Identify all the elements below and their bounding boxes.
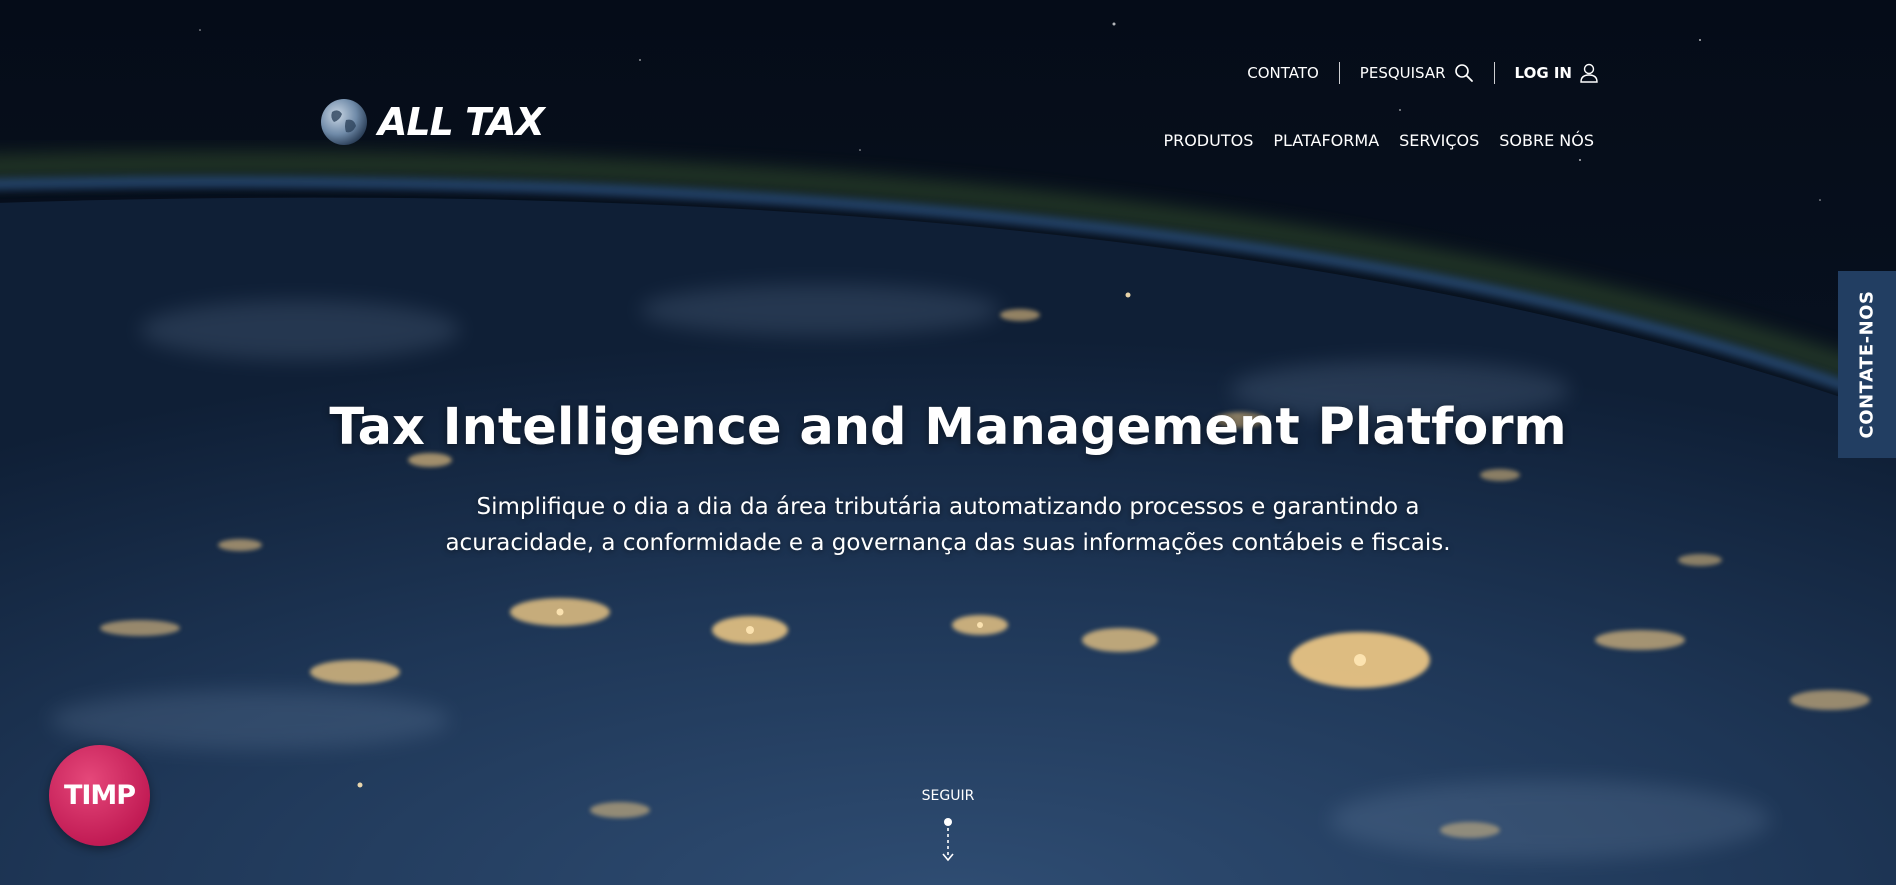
- scroll-down-icon: [942, 818, 954, 862]
- scroll-cue[interactable]: SEGUIR: [898, 788, 998, 864]
- search-label: PESQUISAR: [1359, 64, 1446, 82]
- main-nav: PRODUTOS PLATAFORMA SERVIÇOS SOBRE NÓS: [1163, 131, 1594, 150]
- contact-label: CONTATO: [1247, 64, 1319, 82]
- alltax-logo[interactable]: ALL TAX: [320, 98, 545, 146]
- hero-subtitle: Simplifique o dia a dia da área tributár…: [398, 489, 1498, 561]
- contact-us-side-tab[interactable]: CONTATE-NOS: [1838, 271, 1896, 458]
- nav-item-sobre-nos[interactable]: SOBRE NÓS: [1499, 131, 1594, 150]
- hero-subtitle-line-1: Simplifique o dia a dia da área tributár…: [476, 494, 1420, 520]
- user-icon: [1580, 63, 1598, 83]
- hero-section: ALL TAX CONTATO PESQUISAR LOG IN PRODUTO…: [0, 0, 1896, 885]
- timp-label: TIMP: [63, 780, 136, 811]
- nav-item-servicos[interactable]: SERVIÇOS: [1399, 131, 1479, 150]
- search-link[interactable]: PESQUISAR: [1360, 63, 1474, 83]
- login-label: LOG IN: [1514, 64, 1572, 82]
- nav-divider: [1493, 62, 1495, 84]
- search-icon: [1454, 64, 1473, 82]
- hero-subtitle-line-2: acuracidade, a conformidade e a governan…: [445, 530, 1451, 556]
- brand-wordmark: ALL TAX: [378, 100, 545, 144]
- hero-title: Tax Intelligence and Management Platform: [329, 398, 1567, 457]
- globe-icon: [321, 99, 367, 145]
- contact-link[interactable]: CONTATO: [1247, 64, 1319, 82]
- login-link[interactable]: LOG IN: [1515, 63, 1598, 83]
- nav-item-plataforma[interactable]: PLATAFORMA: [1273, 131, 1379, 150]
- seguir-label: SEGUIR: [921, 788, 975, 804]
- nav-item-produtos[interactable]: PRODUTOS: [1163, 131, 1253, 150]
- utility-nav: CONTATO PESQUISAR LOG IN: [1247, 62, 1598, 84]
- timp-badge[interactable]: TIMP: [49, 745, 150, 846]
- nav-divider: [1338, 62, 1340, 84]
- contact-us-label: CONTATE-NOS: [1856, 290, 1878, 439]
